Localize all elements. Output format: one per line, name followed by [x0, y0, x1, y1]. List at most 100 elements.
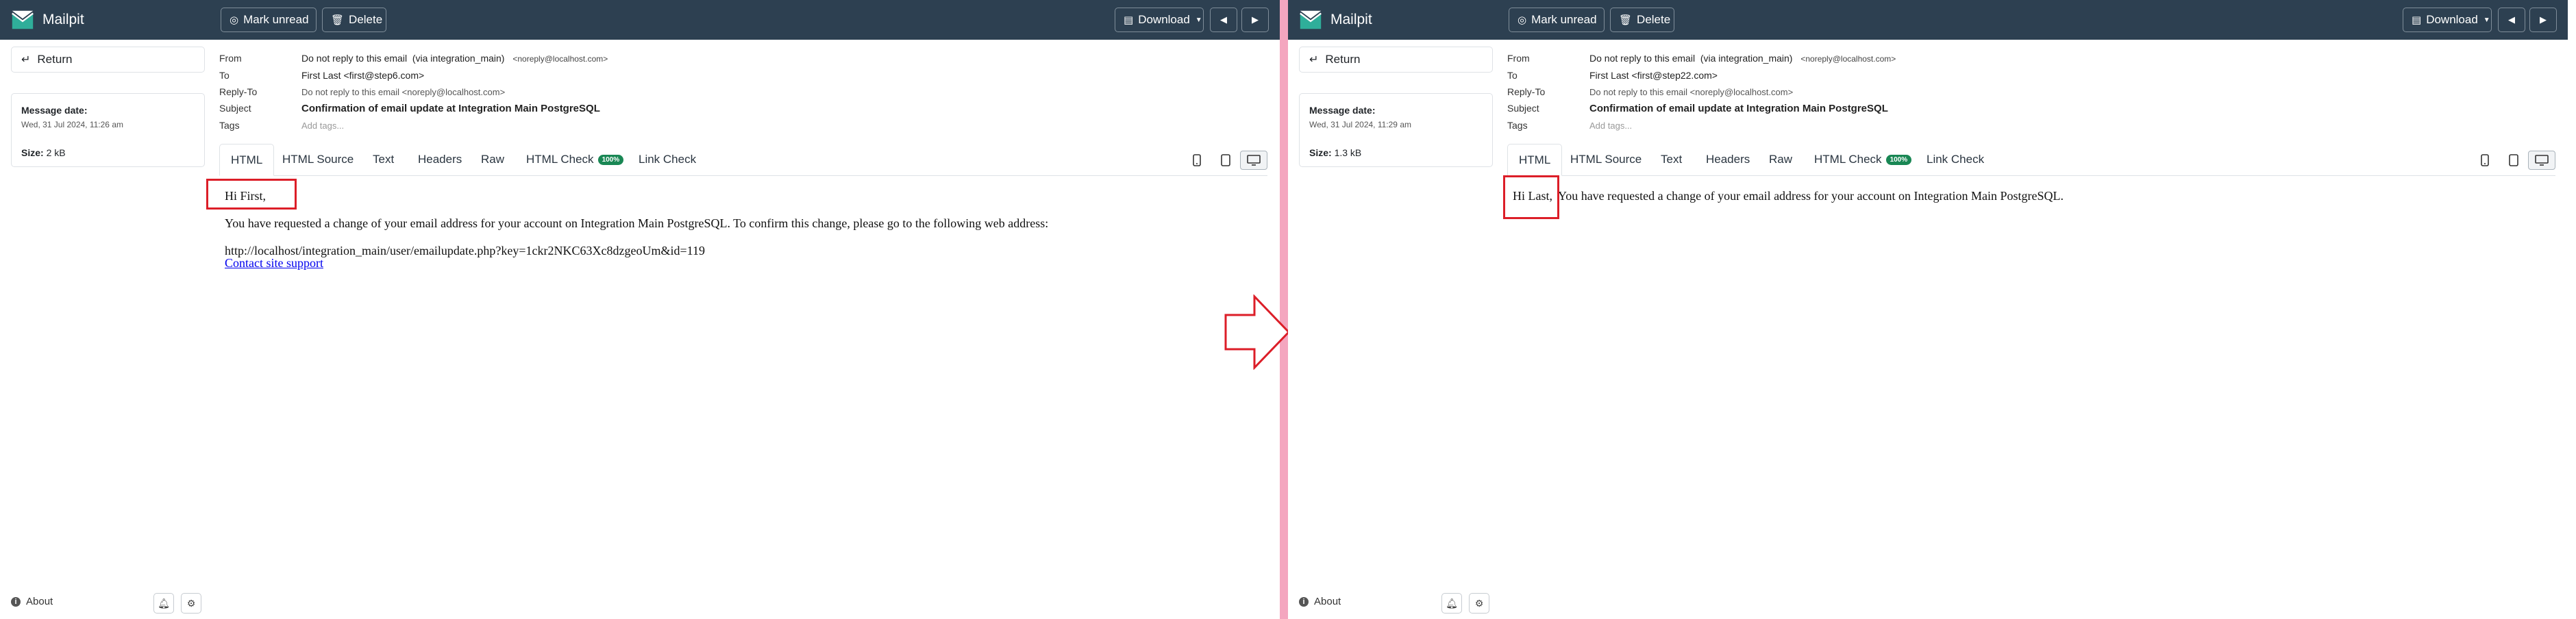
tab-html-check[interactable]: HTML Check 100%	[526, 144, 624, 175]
header-tags: Tags Add tags...	[1507, 118, 1632, 133]
tags-input[interactable]: Add tags...	[1589, 121, 1632, 131]
download-label: Download	[2426, 13, 2478, 26]
subject-value: Confirmation of email update at Integrat…	[1589, 102, 1888, 114]
subject-value: Confirmation of email update at Integrat…	[301, 102, 600, 114]
download-label: Download	[1138, 13, 1190, 26]
tab-link-check[interactable]: Link Check	[1927, 144, 1984, 175]
message-date-value: Wed, 31 Jul 2024, 11:26 am	[21, 120, 123, 129]
tags-label: Tags	[219, 120, 240, 131]
previous-message-button[interactable]: ◀	[1210, 8, 1237, 32]
about-link[interactable]: i About	[1299, 596, 1341, 607]
delete-button[interactable]: 🗑 Delete	[1610, 8, 1674, 32]
message-date-value: Wed, 31 Jul 2024, 11:29 am	[1309, 120, 1411, 129]
header-subject: Subject Confirmation of email update at …	[219, 101, 600, 116]
right-arrow-icon	[1224, 294, 1291, 370]
tablet-view-button[interactable]	[1215, 151, 1236, 170]
tab-text-label: Text	[373, 153, 395, 166]
header-reply-to: Reply-To Do not reply to this email <nor…	[1507, 84, 1793, 99]
mark-unread-button[interactable]: ◎ Mark unread	[221, 8, 317, 32]
highlight-box	[1503, 175, 1559, 219]
from-name: Do not reply to this email (via integrat…	[301, 53, 505, 64]
about-label: About	[1314, 596, 1341, 607]
tab-link-check[interactable]: Link Check	[639, 144, 696, 175]
return-arrow-icon: ↵	[21, 54, 31, 66]
delete-label: Delete	[1637, 13, 1671, 26]
mark-unread-button[interactable]: ◎ Mark unread	[1509, 8, 1605, 32]
tab-text[interactable]: Text	[1661, 144, 1682, 175]
file-download-icon: ▤	[2412, 14, 2422, 26]
return-button[interactable]: ↵ Return	[11, 47, 205, 73]
tablet-icon	[2509, 154, 2518, 166]
size-value: 2 kB	[46, 147, 66, 158]
size-label: Size:	[21, 147, 44, 158]
mark-unread-label: Mark unread	[243, 13, 309, 26]
eye-slash-icon: ◎	[1518, 14, 1527, 26]
tab-raw[interactable]: Raw	[1769, 144, 1792, 175]
return-button[interactable]: ↵ Return	[1299, 47, 1493, 73]
to-value: First Last <first@step6.com>	[301, 70, 425, 81]
desktop-view-button[interactable]	[1240, 151, 1267, 170]
view-tabs: HTML HTML Source Text Headers Raw HTML C…	[1507, 144, 2555, 176]
tab-html-label: HTML	[231, 153, 263, 166]
delete-button[interactable]: 🗑 Delete	[322, 8, 386, 32]
download-button[interactable]: ▤ Download ▼	[1115, 8, 1204, 32]
mailpit-window-right: Mailpit ◎ Mark unread 🗑 Delete ▤ Downloa…	[1288, 0, 2568, 619]
html-check-badge: 100%	[1885, 154, 1912, 165]
tab-headers-label: Headers	[1706, 153, 1750, 166]
desktop-view-button[interactable]	[2528, 151, 2555, 170]
brand[interactable]: Mailpit	[10, 5, 84, 34]
subject-label: Subject	[1507, 103, 1539, 114]
tab-raw[interactable]: Raw	[481, 144, 504, 175]
tab-html-check-label: HTML Check	[526, 153, 594, 166]
tags-label: Tags	[1507, 120, 1528, 131]
chevron-right-icon: ▶	[2540, 14, 2547, 25]
message-size: Size: 1.3 kB	[1309, 147, 1483, 158]
tags-input[interactable]: Add tags...	[301, 121, 344, 131]
header-tags: Tags Add tags...	[219, 118, 344, 133]
notifications-button[interactable]: 🔔︎	[153, 593, 174, 614]
about-label: About	[26, 596, 53, 607]
notifications-button[interactable]: 🔔︎	[1441, 593, 1462, 614]
tab-html-check[interactable]: HTML Check 100%	[1814, 144, 1912, 175]
tab-headers[interactable]: Headers	[418, 144, 462, 175]
message-meta-card: Message date: Wed, 31 Jul 2024, 11:29 am…	[1299, 93, 1493, 167]
download-button[interactable]: ▤ Download ▼	[2403, 8, 2492, 32]
settings-button[interactable]: ⚙	[1469, 593, 1489, 614]
tab-html-source[interactable]: HTML Source	[1570, 144, 1642, 175]
settings-button[interactable]: ⚙	[181, 593, 201, 614]
from-label: From	[1507, 53, 1530, 64]
header-subject: Subject Confirmation of email update at …	[1507, 101, 1888, 116]
tablet-view-button[interactable]	[2503, 151, 2524, 170]
contact-support-link[interactable]: Contact site support	[225, 256, 323, 270]
file-download-icon: ▤	[1124, 14, 1134, 26]
caret-down-icon: ▼	[1195, 16, 1202, 24]
previous-message-button[interactable]: ◀	[2498, 8, 2525, 32]
to-label: To	[1507, 70, 1518, 81]
return-arrow-icon: ↵	[1309, 54, 1319, 66]
view-tabs: HTML HTML Source Text Headers Raw HTML C…	[219, 144, 1267, 176]
brand[interactable]: Mailpit	[1298, 5, 1372, 34]
html-check-badge: 100%	[597, 154, 624, 165]
tab-headers[interactable]: Headers	[1706, 144, 1750, 175]
phone-view-button[interactable]	[1187, 151, 1207, 170]
tab-html-source[interactable]: HTML Source	[282, 144, 354, 175]
size-label: Size:	[1309, 147, 1332, 158]
phone-icon	[1193, 154, 1201, 166]
tab-text[interactable]: Text	[373, 144, 394, 175]
tab-html[interactable]: HTML	[1507, 144, 1563, 176]
from-label: From	[219, 53, 242, 64]
header-to: To First Last <first@step6.com>	[219, 68, 424, 83]
message-date-label: Message date:	[21, 105, 88, 116]
about-link[interactable]: i About	[11, 596, 53, 607]
chevron-left-icon: ◀	[1220, 14, 1227, 25]
tab-text-label: Text	[1661, 153, 1683, 166]
tab-html[interactable]: HTML	[219, 144, 275, 176]
gear-icon: ⚙	[1474, 597, 1484, 609]
tab-html-source-label: HTML Source	[282, 153, 354, 166]
next-message-button[interactable]: ▶	[2529, 8, 2557, 32]
phone-view-button[interactable]	[2475, 151, 2495, 170]
next-message-button[interactable]: ▶	[1241, 8, 1269, 32]
bell-icon: 🔔︎	[1446, 597, 1458, 609]
email-paragraph: You have requested a change of your emai…	[1558, 189, 2064, 203]
highlight-box	[206, 179, 297, 210]
